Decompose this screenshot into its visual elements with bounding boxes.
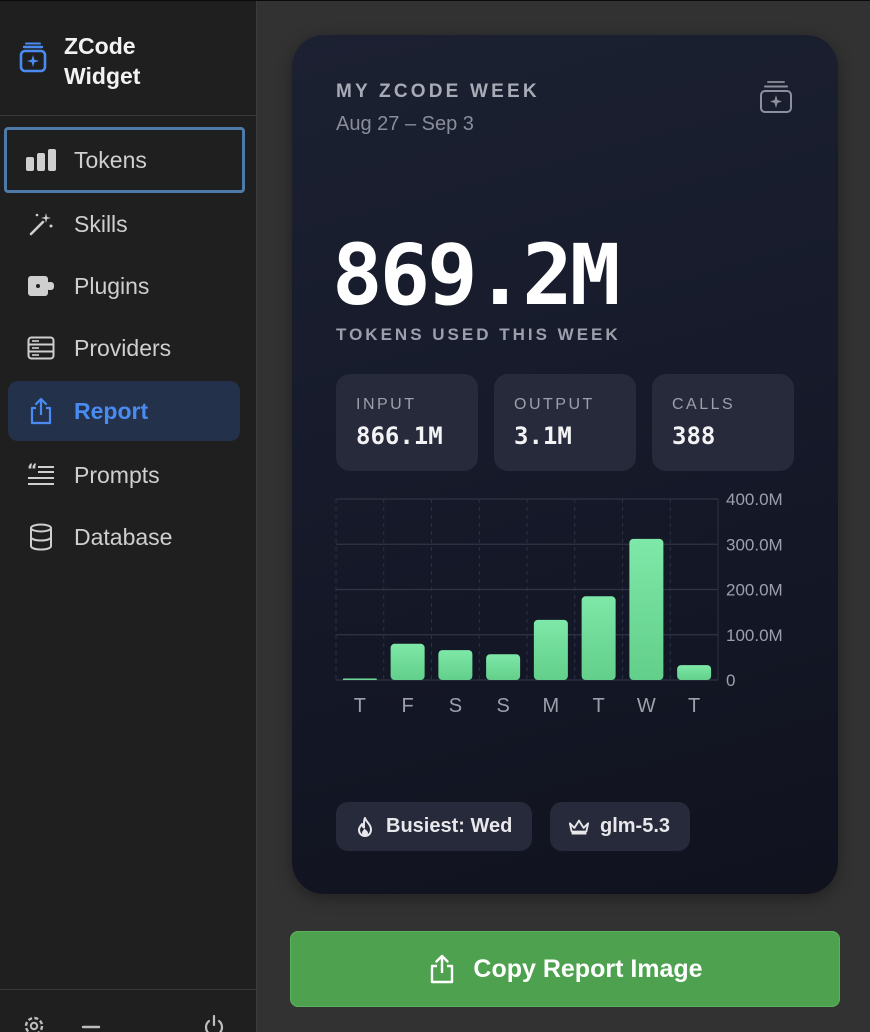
sidebar-item-plugins[interactable]: Plugins — [8, 256, 240, 316]
total-tokens: 869.2M — [332, 226, 620, 324]
sidebar-divider — [0, 115, 256, 116]
stat-output: OUTPUT 3.1M — [494, 374, 636, 471]
sidebar-item-database[interactable]: Database — [8, 507, 240, 567]
database-icon — [26, 522, 56, 552]
stat-input: INPUT 866.1M — [336, 374, 478, 471]
share-icon — [26, 396, 56, 426]
stat-label: INPUT — [356, 396, 417, 413]
magic-wand-icon — [26, 209, 56, 239]
chart-bar — [342, 678, 377, 680]
chart-bar — [581, 596, 616, 680]
y-tick-label: 300.0M — [726, 535, 783, 554]
stat-value: 866.1M — [356, 422, 443, 450]
stat-label: OUTPUT — [514, 396, 595, 413]
crown-icon — [568, 816, 590, 838]
stat-label: CALLS — [672, 396, 736, 413]
x-tick-label: M — [543, 695, 560, 717]
quote-list-icon: “ — [26, 460, 56, 490]
y-tick-label: 200.0M — [726, 581, 783, 600]
x-tick-label: T — [688, 695, 700, 717]
power-icon[interactable] — [201, 1013, 227, 1032]
sidebar-item-label: Providers — [74, 334, 172, 361]
sidebar-item-label: Database — [74, 523, 173, 550]
server-icon — [26, 333, 56, 363]
chart-bar — [533, 619, 568, 680]
stat-value: 388 — [672, 422, 716, 450]
sidebar-item-label: Tokens — [74, 146, 147, 173]
y-tick-label: 100.0M — [726, 626, 783, 645]
brand: ZCode Widget — [16, 31, 174, 91]
app-name: ZCode Widget — [64, 33, 141, 89]
sidebar-bottom-divider — [0, 989, 256, 990]
x-tick-label: S — [449, 695, 462, 717]
bar-chart-icon — [26, 145, 56, 175]
flame-icon — [354, 816, 376, 838]
gear-icon[interactable] — [21, 1013, 47, 1032]
x-tick-label: W — [637, 695, 656, 717]
sidebar-item-prompts[interactable]: “ Prompts — [8, 445, 240, 505]
x-tick-label: T — [593, 695, 605, 717]
sidebar-item-label: Plugins — [74, 272, 150, 299]
sidebar-item-label: Prompts — [74, 461, 160, 488]
chart-bar — [438, 650, 473, 680]
sidebar: ZCode Widget Tokens Skills Plugins Provi… — [0, 1, 257, 1032]
chart-bar — [677, 665, 712, 680]
top-model-badge: glm-5.3 — [550, 802, 691, 851]
sidebar-item-providers[interactable]: Providers — [8, 318, 240, 378]
y-tick-label: 0 — [726, 671, 735, 690]
svg-text:“: “ — [27, 463, 38, 479]
sidebar-item-label: Report — [74, 397, 149, 424]
app-logo-icon — [19, 42, 47, 73]
sidebar-footer — [0, 1013, 256, 1032]
chart-bar — [486, 654, 521, 680]
app-logo-icon — [760, 81, 792, 113]
chart-bar — [390, 643, 425, 680]
busiest-day-badge: Busiest: Wed — [336, 802, 533, 851]
sidebar-item-report[interactable]: Report — [8, 381, 240, 441]
plugin-icon — [26, 271, 56, 301]
report-card: MY ZCODE WEEK Aug 27 – Sep 3 869.2M TOKE… — [292, 35, 838, 894]
busiest-day-text: Busiest: Wed — [386, 815, 513, 837]
copy-report-image-label: Copy Report Image — [473, 954, 703, 983]
stat-calls: CALLS 388 — [652, 374, 794, 471]
stat-value: 3.1M — [514, 422, 572, 450]
report-date-range: Aug 27 – Sep 3 — [336, 113, 474, 135]
minimize-icon[interactable] — [78, 1013, 104, 1032]
sidebar-item-skills[interactable]: Skills — [8, 194, 240, 254]
sidebar-item-tokens[interactable]: Tokens — [4, 127, 245, 193]
chart-bar — [629, 538, 664, 680]
share-icon — [431, 954, 454, 984]
x-tick-label: T — [354, 695, 366, 717]
copy-report-image-button[interactable]: Copy Report Image — [290, 931, 840, 1007]
report-title: MY ZCODE WEEK — [336, 81, 540, 102]
y-tick-label: 400.0M — [726, 490, 783, 509]
total-tokens-caption: TOKENS USED THIS WEEK — [336, 325, 621, 344]
x-tick-label: F — [402, 695, 414, 717]
sidebar-item-label: Skills — [74, 210, 128, 237]
x-tick-label: S — [496, 695, 509, 717]
top-model-text: glm-5.3 — [600, 815, 671, 837]
